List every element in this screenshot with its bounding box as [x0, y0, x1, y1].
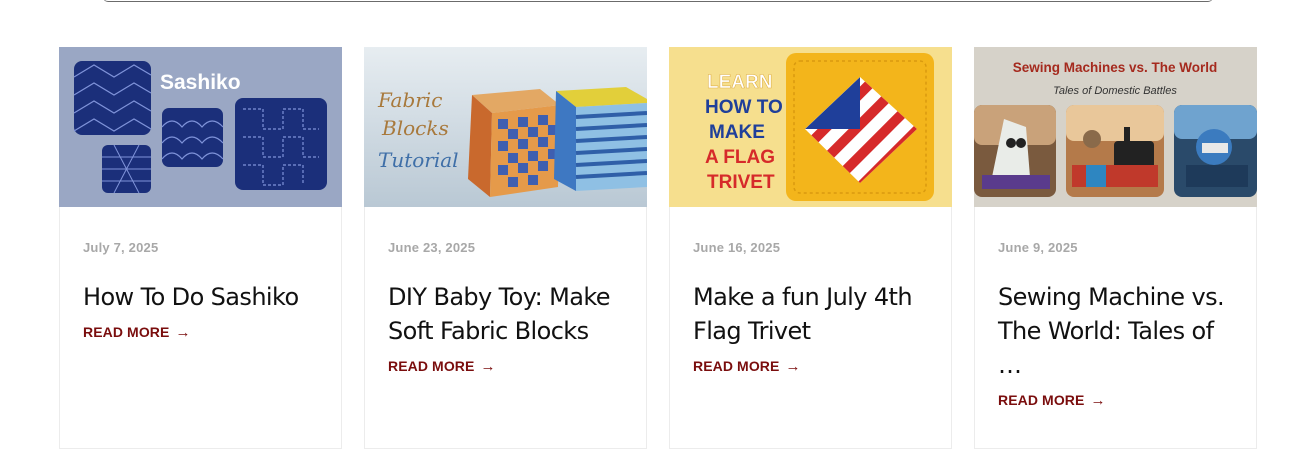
post-thumbnail-flag-trivet[interactable]: LEARN HOW TO MAKE A FLAG TRIVET [669, 47, 952, 207]
read-more-link[interactable]: READ MORE → [388, 358, 496, 374]
top-divider [103, 0, 1213, 2]
post-grid: Sashiko July 7, 2025 How To Do Sashiko R… [59, 47, 1257, 449]
thumb-text: MAKE [709, 122, 765, 143]
thumb-text: HOW TO [705, 97, 783, 118]
read-more-label: READ MORE [388, 358, 475, 374]
post-card: Sashiko July 7, 2025 How To Do Sashiko R… [59, 47, 342, 449]
read-more-link[interactable]: READ MORE → [693, 358, 801, 374]
read-more-link[interactable]: READ MORE → [998, 392, 1106, 408]
post-date: June 9, 2025 [998, 240, 1078, 255]
post-thumbnail-sashiko[interactable]: Sashiko [59, 47, 342, 207]
post-card: Sewing Machines vs. The World Tales of D… [974, 47, 1257, 449]
thumb-text: Fabric [377, 88, 442, 112]
thumb-text: Sewing Machines vs. The World [1013, 60, 1218, 75]
thumb-text: LEARN [707, 72, 772, 93]
post-title[interactable]: How To Do Sashiko [83, 280, 318, 314]
post-date: July 7, 2025 [83, 240, 159, 255]
post-thumbnail-sewing-machines[interactable]: Sewing Machines vs. The World Tales of D… [974, 47, 1257, 207]
arrow-right-icon: → [1090, 391, 1106, 409]
arrow-right-icon: → [480, 357, 496, 375]
post-card: LEARN HOW TO MAKE A FLAG TRIVET June 16,… [669, 47, 952, 449]
thumb-text: Blocks [381, 116, 449, 140]
read-more-label: READ MORE [693, 358, 780, 374]
post-thumbnail-fabric-blocks[interactable]: Fabric Blocks Tutorial [364, 47, 647, 207]
post-title[interactable]: Make a fun July 4th Flag Trivet [693, 280, 928, 348]
thumb-text: Tutorial [378, 148, 459, 172]
thumb-text: TRIVET [707, 172, 775, 193]
read-more-link[interactable]: READ MORE → [83, 324, 191, 340]
post-date: June 16, 2025 [693, 240, 781, 255]
arrow-right-icon: → [785, 357, 801, 375]
post-card: Fabric Blocks Tutorial June 23, 2025 DIY… [364, 47, 647, 449]
arrow-right-icon: → [175, 323, 191, 341]
post-date: June 23, 2025 [388, 240, 476, 255]
thumb-text: A FLAG [705, 147, 775, 168]
read-more-label: READ MORE [998, 392, 1085, 408]
post-title[interactable]: Sewing Machine vs. The World: Tales of … [998, 280, 1233, 382]
read-more-label: READ MORE [83, 324, 170, 340]
post-title[interactable]: DIY Baby Toy: Make Soft Fabric Blocks [388, 280, 623, 348]
thumb-text: Tales of Domestic Battles [1053, 85, 1177, 97]
thumb-text: Sashiko [160, 71, 241, 94]
